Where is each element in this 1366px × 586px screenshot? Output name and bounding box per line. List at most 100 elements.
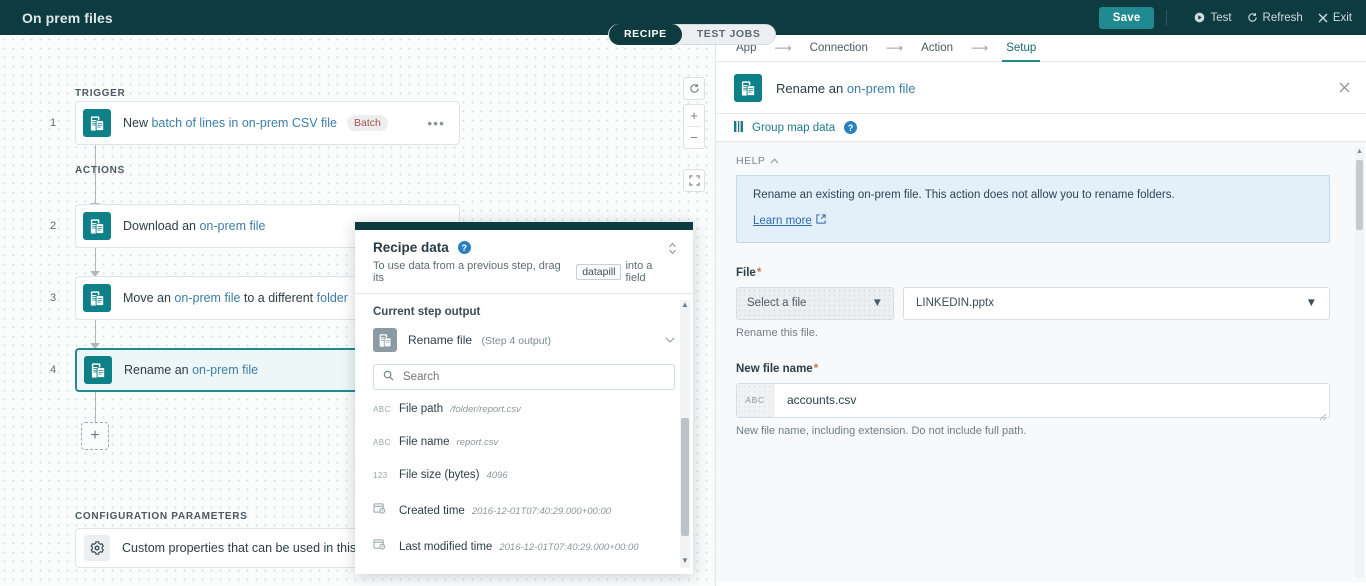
help-section-label: HELP [736, 155, 765, 167]
exit-button[interactable]: Exit [1318, 12, 1352, 24]
learn-more-link[interactable]: Learn more [753, 214, 826, 227]
recipe-data-title-row: Recipe data ? [373, 240, 675, 255]
scroll-up-icon[interactable]: ▲ [681, 300, 689, 310]
datapill-type-label: ABC [373, 438, 392, 447]
datapill-value: report.csv [457, 437, 499, 448]
chevron-down-icon: ▼ [1306, 297, 1317, 309]
help-icon[interactable]: ? [458, 241, 471, 254]
scroll-down-icon[interactable]: ▼ [681, 556, 689, 566]
on-prem-file-icon [83, 212, 111, 240]
reset-icon [684, 78, 704, 99]
external-link-icon [816, 214, 826, 227]
recipe-title: On prem files [22, 10, 113, 26]
app-root: On prem files Save Test Refresh Exit [0, 0, 1366, 586]
resize-handle[interactable] [1319, 408, 1327, 416]
recipe-data-body[interactable]: Current step output Rename file (Step 4 … [355, 294, 693, 574]
recipe-data-subtitle: To use data from a previous step, drag i… [373, 260, 675, 284]
datapill-created-time[interactable]: Created time 2016-12-01T07:40:29.000+00:… [373, 502, 675, 517]
recipe-data-step-row[interactable]: Rename file (Step 4 output) [373, 328, 675, 352]
file-field-row: Select a file ▼ LINKEDIN.pptx ▼ [736, 287, 1330, 320]
canvas-fit-screen-button[interactable] [683, 169, 705, 192]
help-icon[interactable]: ? [844, 121, 857, 134]
recipe-data-panel[interactable]: Recipe data ? To use data from a previou… [355, 222, 693, 574]
new-file-name-field[interactable]: ABC [736, 383, 1330, 418]
recipe-data-subtitle-post: into a field [625, 260, 675, 284]
test-button[interactable]: Test [1194, 12, 1231, 24]
step-number-4: 4 [46, 364, 60, 376]
chevron-down-icon[interactable] [665, 335, 675, 346]
datapill-file-path[interactable]: ABC File path /folder/report.csv [373, 403, 675, 415]
datapill-type-label: ABC [373, 405, 392, 414]
step-card-trigger[interactable]: New batch of lines in on-prem CSV file B… [75, 101, 460, 145]
datapill-name: Last modified time [399, 541, 492, 553]
canvas-reset-button[interactable] [683, 77, 705, 100]
step-3-text: Move an on-prem file to a different fold… [123, 291, 348, 305]
recipe-data-list: Current step output Rename file (Step 4 … [355, 294, 693, 553]
refresh-button[interactable]: Refresh [1247, 12, 1303, 24]
datapill-value: /folder/report.csv [450, 404, 521, 415]
tab-test-jobs[interactable]: TEST JOBS [682, 24, 776, 45]
close-panel-button[interactable] [1339, 81, 1350, 96]
actions-section-label: ACTIONS [75, 165, 125, 176]
connector-4 [95, 392, 96, 424]
breadcrumb-setup[interactable]: Setup [1002, 35, 1040, 62]
search-input[interactable] [401, 370, 665, 384]
test-label: Test [1210, 12, 1231, 24]
save-button[interactable]: Save [1099, 7, 1155, 29]
connector-3 [95, 320, 96, 344]
file-mode-select[interactable]: Select a file ▼ [736, 287, 894, 320]
arrow-right-icon: ⟶ [774, 41, 791, 55]
datapill-name: File path [399, 403, 443, 415]
datapill-file-name[interactable]: ABC File name report.csv [373, 436, 675, 448]
datapill-last-modified-time[interactable]: Last modified time 2016-12-01T07:40:29.0… [373, 538, 675, 553]
tab-recipe[interactable]: RECIPE [609, 24, 682, 45]
datapill-type-label: 123 [373, 471, 392, 480]
config-section-label: CONFIGURATION PARAMETERS [75, 511, 248, 522]
zoom-out-icon[interactable]: − [684, 127, 704, 148]
recipe-data-search-box[interactable] [373, 364, 675, 390]
recipe-data-scrollbar[interactable]: ▲ ▼ [680, 300, 690, 568]
chevron-down-icon: ▼ [872, 297, 883, 309]
add-step-button[interactable]: + [81, 422, 109, 450]
breadcrumb: App ⟶ Connection ⟶ Action ⟶ Setup [716, 35, 1366, 62]
connector-2 [95, 248, 96, 272]
panel-scroll-area[interactable]: HELP Rename an existing on-prem file. Th… [716, 142, 1366, 582]
breadcrumb-connection[interactable]: Connection [806, 35, 872, 62]
scroll-up-icon[interactable]: ▲ [1356, 147, 1363, 156]
on-prem-file-icon [83, 284, 111, 312]
step-2-text: Download an on-prem file [123, 219, 265, 233]
recipe-data-step-labels: Rename file (Step 4 output) [408, 331, 551, 349]
step-config-panel: App ⟶ Connection ⟶ Action ⟶ Setup Rename… [715, 35, 1366, 586]
arrow-right-icon: ⟶ [971, 41, 988, 55]
new-file-name-label: New file name* [736, 363, 1330, 375]
panel-title: Rename an on-prem file [776, 81, 915, 96]
file-field-hint: Rename this file. [736, 327, 1330, 339]
breadcrumb-action[interactable]: Action [917, 35, 957, 62]
play-circle-icon [1194, 12, 1205, 23]
scrollbar-thumb[interactable] [681, 418, 689, 536]
datapill-value: 4096 [487, 470, 508, 481]
close-icon [1318, 13, 1328, 23]
step-1-menu-button[interactable]: ••• [427, 119, 445, 127]
group-map-data-bar: Group map data ? [716, 113, 1366, 142]
datapill-file-size[interactable]: 123 File size (bytes) 4096 [373, 469, 675, 481]
connector-1 [95, 145, 96, 207]
new-file-name-input[interactable] [774, 384, 1329, 417]
panel-header: Rename an on-prem file [716, 62, 1366, 113]
group-map-data-label[interactable]: Group map data [752, 122, 835, 134]
collapse-toggle-icon[interactable] [668, 242, 677, 255]
panel-scrollbar[interactable]: ▲ [1355, 147, 1364, 578]
scrollbar-thumb[interactable] [1356, 160, 1363, 230]
view-tab-group: RECIPE TEST JOBS [608, 24, 776, 45]
exit-label: Exit [1333, 12, 1352, 24]
recipe-data-header: Recipe data ? To use data from a previou… [355, 230, 693, 294]
zoom-in-icon[interactable]: + [684, 105, 704, 126]
file-value-select[interactable]: LINKEDIN.pptx ▼ [903, 287, 1330, 320]
recipe-data-top-accent [355, 222, 693, 230]
datapill-value: 2016-12-01T07:40:29.000+00:00 [472, 506, 611, 517]
help-section-toggle[interactable]: HELP [736, 155, 1330, 167]
refresh-icon [1247, 12, 1258, 23]
recipe-data-step-label: Rename file [408, 333, 472, 347]
step-4-text: Rename an on-prem file [124, 363, 258, 377]
canvas-zoom-group[interactable]: + − [683, 104, 705, 149]
